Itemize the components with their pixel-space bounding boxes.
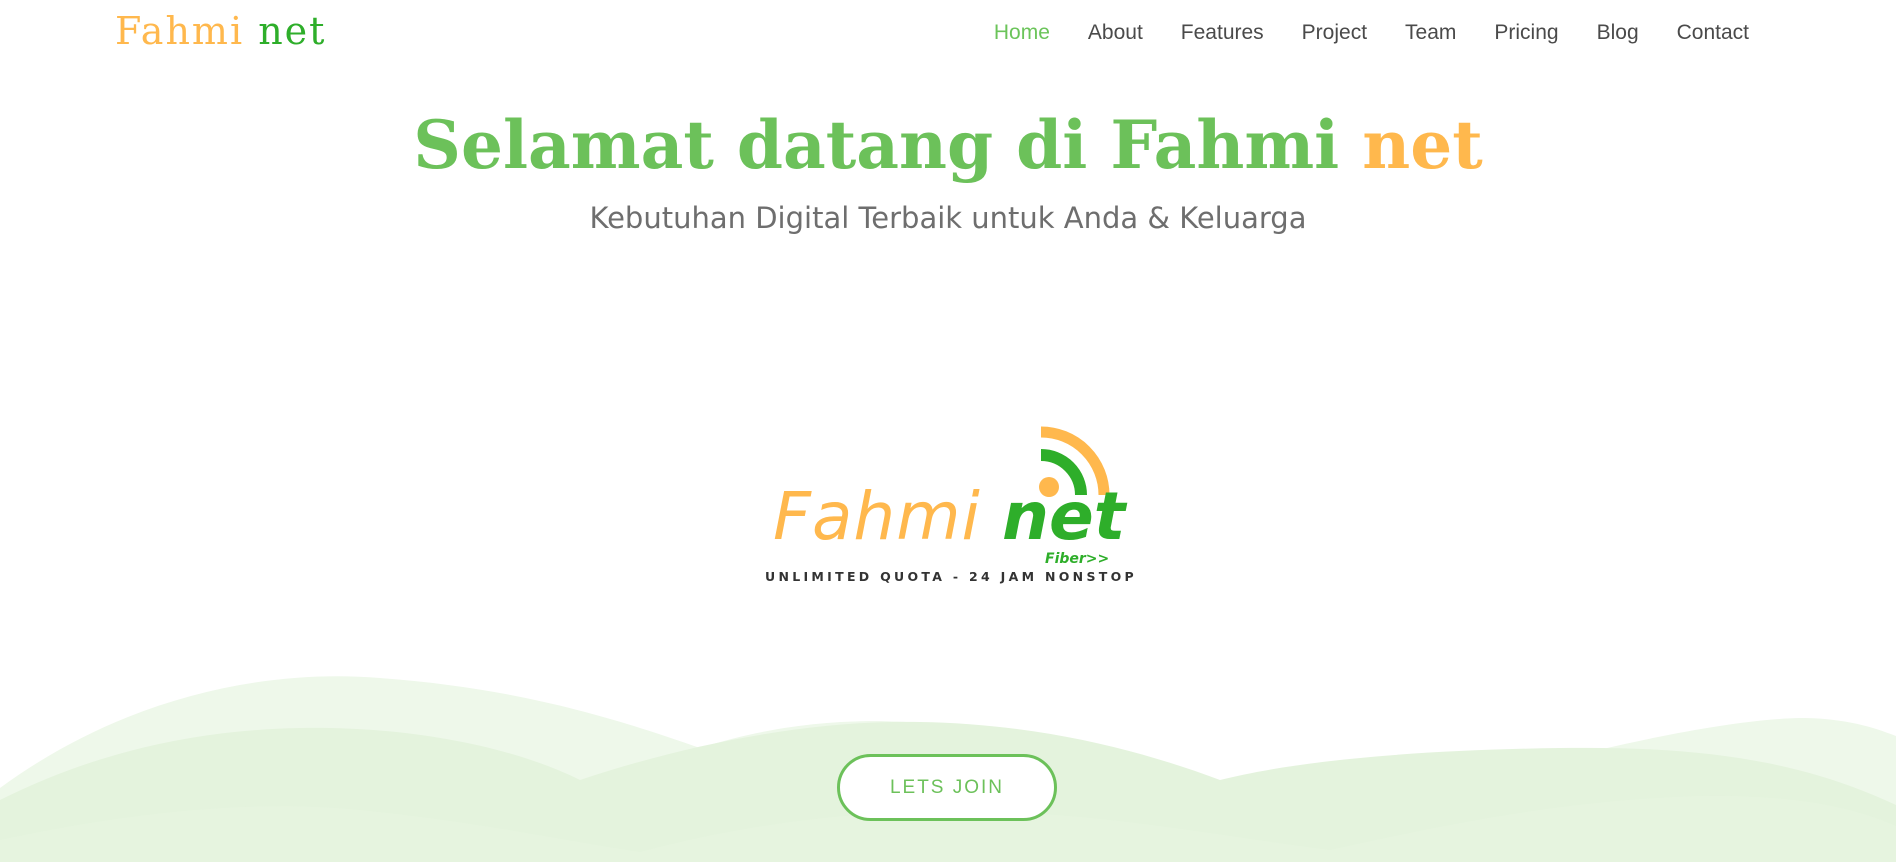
nav-about[interactable]: About bbox=[1069, 16, 1162, 50]
brand-logo[interactable]: Fahmi net bbox=[115, 6, 326, 56]
logo-word-fahmi: Fahmi bbox=[773, 478, 981, 555]
nav-pricing[interactable]: Pricing bbox=[1475, 16, 1577, 50]
logo-fiber-label: Fiber>> bbox=[1045, 551, 1110, 567]
logo-tagline: UNLIMITED QUOTA - 24 JAM NONSTOP bbox=[765, 569, 1137, 584]
hero-subtitle: Kebutuhan Digital Terbaik untuk Anda & K… bbox=[589, 201, 1307, 235]
nav-home[interactable]: Home bbox=[975, 16, 1069, 50]
brand-part2: net bbox=[258, 9, 327, 53]
main-nav: Home About Features Project Team Pricing… bbox=[975, 16, 1768, 50]
hero-title: Selamat datang di Fahmi net bbox=[0, 100, 1896, 190]
nav-blog[interactable]: Blog bbox=[1578, 16, 1658, 50]
nav-project[interactable]: Project bbox=[1283, 16, 1386, 50]
logo-word-net: net bbox=[1002, 478, 1126, 555]
background-waves bbox=[0, 676, 1896, 862]
fahmi-net-logo: Fahmi net Fiber>> UNLIMITED QUOTA - 24 J… bbox=[755, 420, 1155, 590]
nav-team[interactable]: Team bbox=[1386, 16, 1475, 50]
hero-title-accent: net bbox=[1362, 106, 1483, 184]
nav-contact[interactable]: Contact bbox=[1658, 16, 1768, 50]
nav-features[interactable]: Features bbox=[1162, 16, 1283, 50]
brand-part1: Fahmi bbox=[115, 9, 245, 53]
page: Fahmi net Home About Features Project Te… bbox=[0, 0, 1896, 862]
lets-join-button[interactable]: LETS JOIN bbox=[837, 754, 1057, 821]
hero-title-main: Selamat datang di Fahmi bbox=[413, 106, 1340, 184]
